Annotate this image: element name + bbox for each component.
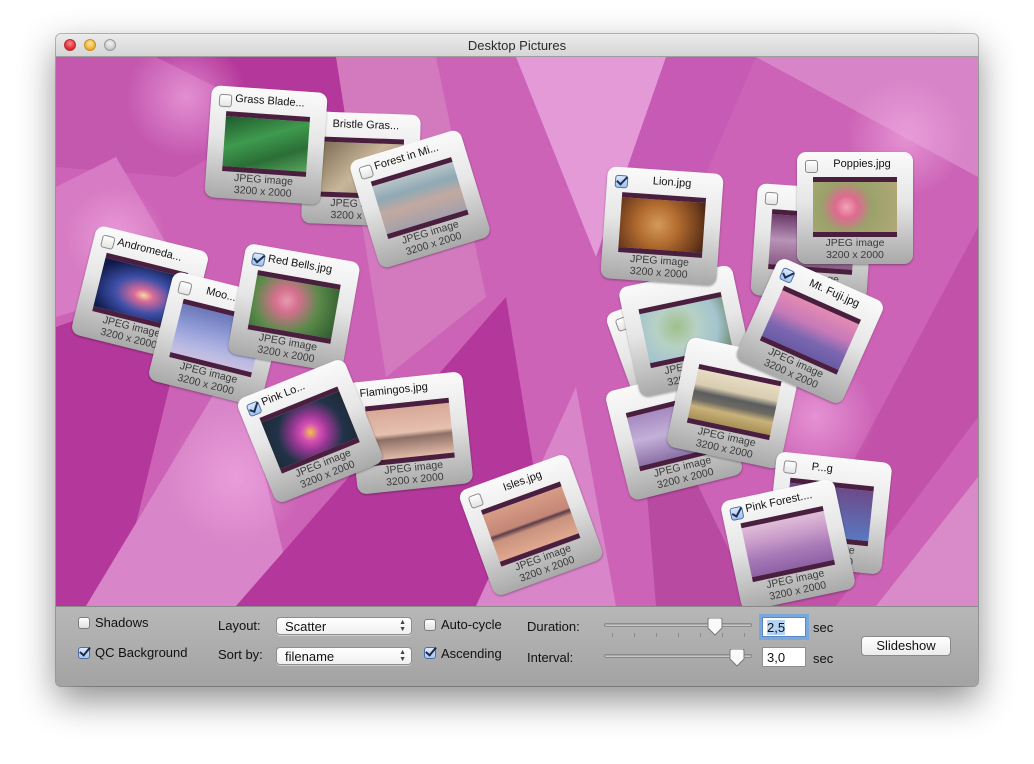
- slider-tick: [700, 633, 701, 637]
- up-down-arrows-icon: ▲ ▼: [399, 649, 406, 663]
- picture-checkbox[interactable]: [176, 280, 193, 297]
- picture-card[interactable]: Red Bells.jpg JPEG image 3200 x 2000: [227, 242, 361, 374]
- interval-unit: sec: [813, 651, 834, 666]
- control-panel: Shadows QC Background Layout: Scatter ▲ ▼…: [56, 606, 978, 686]
- interval-slider-knob[interactable]: [729, 649, 745, 667]
- duration-slider[interactable]: [604, 623, 752, 627]
- picture-checkbox[interactable]: [218, 93, 233, 108]
- thumbnail: [618, 192, 707, 258]
- slider-tick: [612, 633, 613, 637]
- picture-checkbox[interactable]: [245, 400, 263, 418]
- window-title: Desktop Pictures: [467, 38, 567, 53]
- thumbnail: [813, 177, 897, 237]
- auto-cycle-label: Auto-cycle: [441, 617, 502, 632]
- thumbnail: [222, 111, 311, 177]
- shadows-checkbox[interactable]: [78, 617, 90, 629]
- slideshow-button[interactable]: Slideshow: [861, 636, 951, 656]
- picture-checkbox[interactable]: [782, 460, 798, 475]
- picture-checkbox[interactable]: [250, 252, 266, 268]
- picture-checkbox[interactable]: [729, 505, 745, 522]
- interval-label: Interval:: [527, 650, 574, 665]
- picture-card[interactable]: Pink Forest.... JPEG image 3200 x 2000: [719, 478, 857, 606]
- picture-card[interactable]: Poppies.jpg JPEG image 3200 x 2000: [797, 152, 913, 264]
- qc-background-checkbox[interactable]: [78, 647, 90, 659]
- qc-background-label: QC Background: [95, 645, 188, 660]
- shadows-label: Shadows: [95, 615, 149, 630]
- slider-tick: [744, 633, 745, 637]
- duration-field[interactable]: 2,5: [762, 617, 806, 637]
- picture-card[interactable]: Lion.jpg JPEG image 3200 x 2000: [600, 166, 724, 286]
- duration-label: Duration:: [527, 619, 580, 634]
- ascending-checkbox[interactable]: [424, 647, 436, 659]
- sort-by-label: Sort by:: [218, 647, 263, 662]
- picture-checkbox[interactable]: [99, 234, 116, 251]
- title-bar[interactable]: Desktop Pictures: [56, 34, 978, 57]
- picture-checkbox[interactable]: [358, 163, 375, 181]
- picture-card[interactable]: Grass Blade... JPEG image 3200 x 2000: [204, 85, 328, 205]
- layout-label: Layout:: [218, 618, 261, 633]
- ascending-label: Ascending: [441, 646, 502, 661]
- up-down-arrows-icon: ▲ ▼: [399, 619, 406, 633]
- layout-select[interactable]: Scatter ▲ ▼: [276, 617, 412, 635]
- duration-slider-knob[interactable]: [707, 618, 723, 636]
- duration-unit: sec: [813, 620, 834, 635]
- interval-field[interactable]: 3,0: [762, 647, 806, 667]
- picture-stage: Bristle Gras... JPEG image 3200 x 2000 Gr…: [56, 57, 978, 606]
- desktop-pictures-window: Desktop Pictures Bristle Gras... JPEG im…: [56, 34, 978, 686]
- sort-by-select[interactable]: filename ▲ ▼: [276, 647, 412, 665]
- auto-cycle-checkbox[interactable]: [424, 619, 436, 631]
- slider-tick: [678, 633, 679, 637]
- slider-tick: [634, 633, 635, 637]
- picture-checkbox[interactable]: [764, 191, 779, 206]
- slider-tick: [656, 633, 657, 637]
